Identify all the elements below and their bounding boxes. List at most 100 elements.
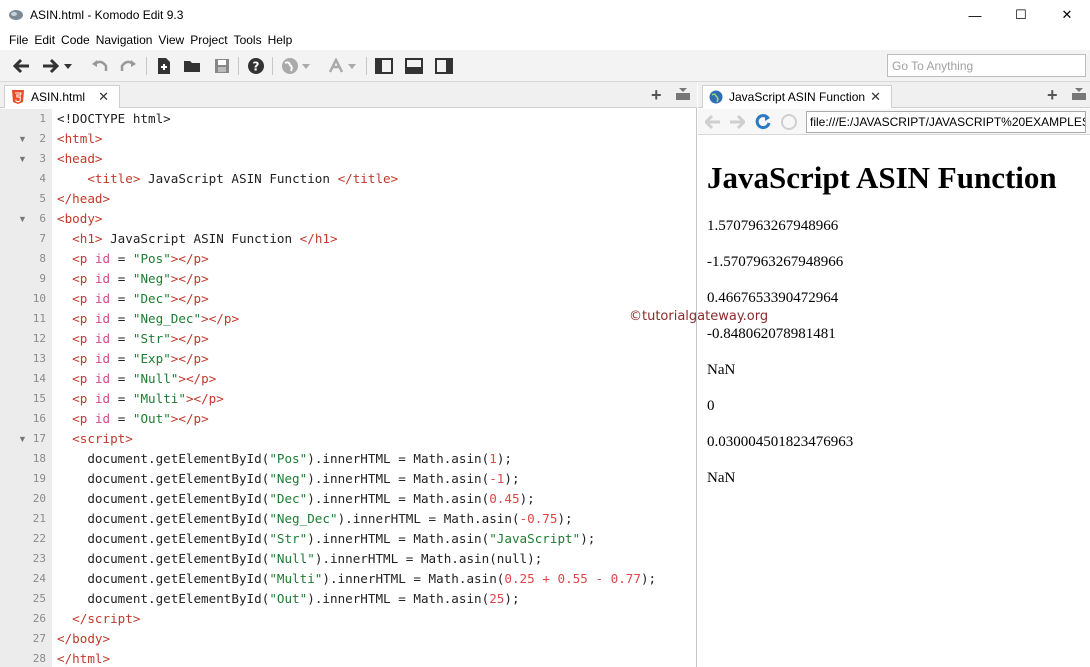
- editor-tab-bar: ASIN.html ✕ +: [0, 82, 697, 108]
- tab-browser-preview[interactable]: JavaScript ASIN Function ✕: [702, 85, 892, 108]
- result-null: 0: [707, 398, 715, 414]
- bottom-pane-icon[interactable]: [404, 56, 424, 76]
- tab-asin-html[interactable]: ASIN.html ✕: [4, 85, 120, 108]
- back-icon[interactable]: [12, 56, 32, 76]
- font-icon[interactable]: [326, 56, 346, 76]
- maximize-button[interactable]: ☐: [998, 0, 1044, 30]
- new-tab-plus-icon[interactable]: +: [651, 85, 662, 106]
- code-line: <!DOCTYPE html>: [57, 111, 171, 126]
- line-number: 16: [32, 412, 46, 425]
- undo-icon[interactable]: [90, 56, 110, 76]
- page-heading: JavaScript ASIN Function: [707, 160, 1057, 195]
- pane-menu-icon[interactable]: [676, 88, 690, 100]
- line-number: 11: [32, 312, 46, 325]
- minimize-button[interactable]: —: [952, 0, 998, 30]
- globe-icon: [709, 90, 723, 104]
- open-folder-icon[interactable]: [182, 56, 202, 76]
- editor-pane: ASIN.html ✕ + 1 2 3 4 5 6 7 8 9 10 11 12…: [0, 82, 697, 667]
- fold-toggle-icon[interactable]: ▼: [18, 429, 28, 449]
- toolbar-separator: [238, 57, 239, 75]
- line-number: 4: [39, 172, 46, 185]
- browser-nav-bar: file:///E:/JAVASCRIPT/JAVASCRIPT%20EXAMP…: [698, 109, 1090, 135]
- line-number: 23: [32, 552, 46, 565]
- code-line: <script>: [72, 431, 133, 446]
- browser-tab-close-icon[interactable]: ✕: [870, 89, 881, 105]
- new-file-icon[interactable]: [154, 56, 174, 76]
- line-number: 21: [32, 512, 46, 525]
- redo-icon[interactable]: [118, 56, 138, 76]
- menu-code[interactable]: Code: [61, 33, 90, 47]
- result-dec: 0.4667653390472964: [707, 290, 839, 306]
- line-number: 1: [39, 112, 46, 125]
- browser-dropdown-icon[interactable]: [300, 56, 312, 76]
- code-line: </script>: [72, 611, 141, 626]
- code-line: <h1> JavaScript ASIN Function </h1>: [72, 231, 338, 246]
- forward-icon[interactable]: [40, 56, 60, 76]
- line-number: 5: [39, 192, 46, 205]
- browser-stop-icon[interactable]: [780, 113, 798, 131]
- save-icon[interactable]: [212, 56, 232, 76]
- code-line: <p id = "Pos"></p>: [72, 251, 209, 266]
- code-line: <title> JavaScript ASIN Function </title…: [87, 171, 399, 186]
- browser-content: JavaScript ASIN Function 1.5707963267948…: [698, 136, 1090, 667]
- komodo-app-icon: [9, 10, 23, 20]
- result-multi: 0.030004501823476963: [707, 434, 854, 450]
- fold-toggle-icon[interactable]: ▼: [18, 149, 28, 169]
- right-pane-icon[interactable]: [434, 56, 454, 76]
- line-number: 25: [32, 592, 46, 605]
- font-dropdown-icon[interactable]: [346, 56, 358, 76]
- forward-dropdown-icon[interactable]: [62, 56, 74, 76]
- browser-preview-pane: JavaScript ASIN Function ✕ + file:///E:/…: [698, 82, 1090, 667]
- browser-tab-label: JavaScript ASIN Function: [729, 90, 866, 104]
- menu-file[interactable]: File: [9, 33, 28, 47]
- code-line: <p id = "Multi"></p>: [72, 391, 224, 406]
- close-window-button[interactable]: ✕: [1044, 0, 1090, 30]
- code-line: </html>: [57, 651, 111, 666]
- browser-forward-icon[interactable]: [728, 113, 746, 131]
- code-editor[interactable]: <!DOCTYPE html> <html> <head> <title> Ja…: [52, 109, 696, 667]
- tab-close-icon[interactable]: ✕: [98, 89, 109, 105]
- line-number: 19: [32, 472, 46, 485]
- code-line: document.getElementById("Neg_Dec").inner…: [57, 511, 573, 526]
- menu-navigation[interactable]: Navigation: [96, 33, 153, 47]
- html5-file-icon: [12, 90, 24, 104]
- code-line: document.getElementById("Pos").innerHTML…: [57, 451, 512, 466]
- help-icon[interactable]: ?: [246, 56, 266, 76]
- code-line: document.getElementById("Null").innerHTM…: [57, 551, 543, 566]
- line-number: 20: [32, 492, 46, 505]
- code-line: <p id = "Out"></p>: [72, 411, 209, 426]
- watermark-text: ©tutorialgateway.org: [629, 309, 769, 324]
- line-number: 12: [32, 332, 46, 345]
- menu-project[interactable]: Project: [190, 33, 227, 47]
- menu-help[interactable]: Help: [268, 33, 293, 47]
- left-pane-icon[interactable]: [374, 56, 394, 76]
- code-line: <body>: [57, 211, 103, 226]
- code-line: <p id = "Null"></p>: [72, 371, 217, 386]
- browser-preview-icon[interactable]: [280, 56, 300, 76]
- window-title: ASIN.html - Komodo Edit 9.3: [30, 8, 184, 22]
- fold-toggle-icon[interactable]: ▼: [18, 209, 28, 229]
- go-to-anything-input[interactable]: [887, 54, 1086, 77]
- code-line: document.getElementById("Str").innerHTML…: [57, 531, 596, 546]
- menu-view[interactable]: View: [158, 33, 184, 47]
- result-neg-dec: -0.848062078981481: [707, 326, 836, 342]
- pane-menu-icon[interactable]: [1072, 88, 1086, 100]
- code-line: document.getElementById("Dec").innerHTML…: [57, 491, 535, 506]
- result-neg: -1.5707963267948966: [707, 254, 844, 270]
- menu-edit[interactable]: Edit: [34, 33, 55, 47]
- new-tab-plus-icon[interactable]: +: [1047, 85, 1058, 106]
- line-number: 7: [39, 232, 46, 245]
- fold-toggle-icon[interactable]: ▼: [18, 129, 28, 149]
- browser-reload-icon[interactable]: [754, 113, 772, 131]
- line-number: 27: [32, 632, 46, 645]
- code-line: </body>: [57, 631, 111, 646]
- line-number: 8: [39, 252, 46, 265]
- browser-back-icon[interactable]: [704, 113, 722, 131]
- code-line: document.getElementById("Multi").innerHT…: [57, 571, 657, 586]
- svg-text:?: ?: [253, 60, 260, 74]
- tab-label: ASIN.html: [31, 90, 86, 104]
- browser-url-field[interactable]: file:///E:/JAVASCRIPT/JAVASCRIPT%20EXAMP…: [806, 111, 1086, 133]
- browser-tab-bar: JavaScript ASIN Function ✕ +: [698, 82, 1090, 108]
- code-line: <p id = "Exp"></p>: [72, 351, 209, 366]
- menu-tools[interactable]: Tools: [234, 33, 262, 47]
